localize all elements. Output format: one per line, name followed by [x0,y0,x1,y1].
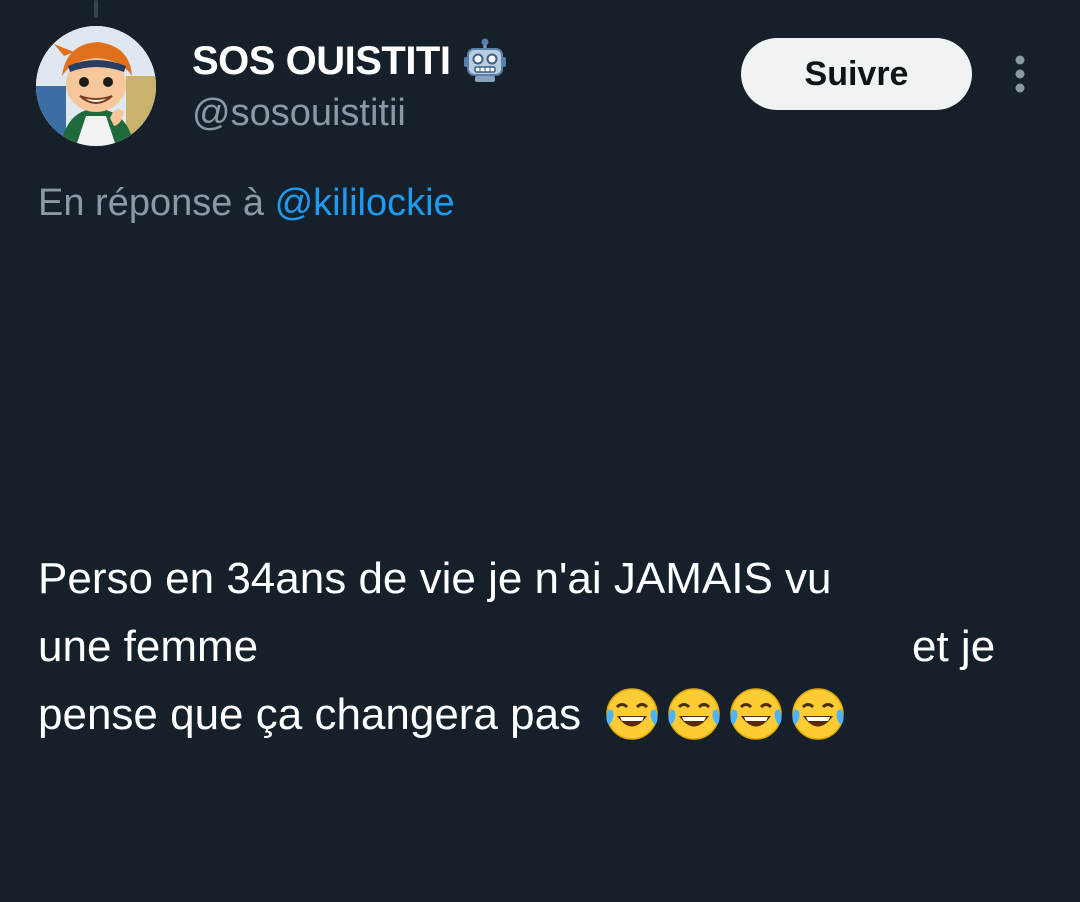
emoji-row [603,677,851,745]
follow-button[interactable]: Suivre [741,38,972,110]
thread-connector-line [94,0,98,18]
tears-of-joy-emoji-icon [789,685,847,743]
tweet-line-3: pense que ça changera pas [38,681,1028,749]
tweet-line-2-start: une femme [38,622,259,671]
display-name-row: SOS OUISTITI [192,36,508,86]
tweet-line-3-text: pense que ça changera pas [38,690,582,739]
avatar[interactable] [36,26,156,146]
avatar-image [36,26,156,146]
user-handle[interactable]: @sosouistitii [192,92,406,135]
tweet-line-2: une femme et je [38,613,1028,681]
tweet-line-2-end: et je [912,622,996,671]
reply-prefix: En réponse à [38,182,275,224]
reply-mention-link[interactable]: @kililockie [275,182,455,224]
robot-icon [462,38,508,84]
reply-context: En réponse à @kililockie [38,182,455,225]
tears-of-joy-emoji-icon [727,685,785,743]
tweet-text: Perso en 34ans de vie je n'ai JAMAIS vu … [38,545,1028,749]
tears-of-joy-emoji-icon [665,685,723,743]
display-name[interactable]: SOS OUISTITI [192,39,451,84]
tweet-line-1: Perso en 34ans de vie je n'ai JAMAIS vu [38,554,832,603]
more-vertical-icon[interactable] [1008,52,1032,96]
tears-of-joy-emoji-icon [603,685,661,743]
